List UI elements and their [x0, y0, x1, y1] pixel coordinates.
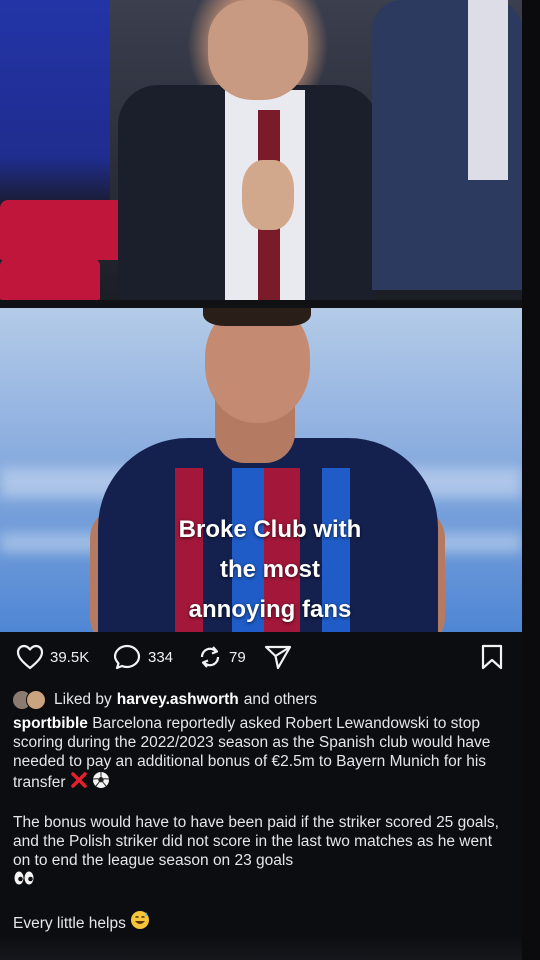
comment-button[interactable]: 334 [114, 644, 173, 670]
comment-icon [114, 644, 142, 670]
liked-by[interactable]: Liked by harvey.ashworth and others [12, 690, 317, 710]
eyes-icon [13, 870, 35, 891]
heart-icon [16, 644, 44, 670]
photo-divider [0, 300, 522, 308]
caption-paragraph: The bonus would have to have been paid i… [13, 813, 511, 891]
hair [203, 308, 311, 326]
bottom-fade [0, 935, 522, 960]
liked-by-prefix: Liked by [54, 691, 112, 708]
grinning-sweat-icon [130, 910, 150, 935]
bookmark-icon [480, 644, 504, 670]
cross-mark-icon [70, 771, 88, 794]
caption-paragraph: Every little helps [13, 910, 511, 935]
repost-count: 79 [229, 648, 246, 666]
thumbs-up-hand [242, 160, 294, 230]
caption-line: the most [219, 556, 320, 583]
face [208, 0, 308, 100]
soccer-ball-icon [92, 771, 110, 794]
post-author[interactable]: sportbible [13, 715, 88, 732]
liked-by-suffix: and others [243, 691, 318, 708]
caption-paragraph: sportbible Barcelona reportedly asked Ro… [13, 714, 511, 794]
caption-text: Every little helps [13, 915, 126, 932]
comment-count: 334 [148, 648, 174, 666]
stadium-seat [0, 200, 130, 260]
send-icon [264, 644, 292, 670]
caption-text: The bonus would have to have been paid i… [13, 814, 499, 869]
shirt [468, 0, 508, 180]
like-count: 39.5K [50, 648, 90, 666]
repost-button[interactable]: 79 [197, 644, 246, 670]
post-photo-top [0, 0, 522, 300]
stadium-seat [0, 258, 100, 300]
like-button[interactable]: 39.5K [16, 644, 89, 670]
repost-icon [197, 644, 223, 670]
image-caption: Broke Club with the most annoying fans [150, 510, 390, 630]
screen-edge [522, 0, 540, 960]
caption-line: Broke Club with [178, 516, 362, 543]
spectator-left [0, 0, 110, 210]
liked-by-user[interactable]: harvey.ashworth [117, 691, 239, 709]
caption-line: annoying fans [188, 596, 352, 623]
action-bar: 39.5K 334 79 [0, 640, 522, 680]
share-button[interactable] [264, 644, 292, 670]
post-caption: sportbible Barcelona reportedly asked Ro… [13, 714, 511, 954]
save-button[interactable] [480, 644, 504, 670]
avatar [26, 690, 46, 710]
